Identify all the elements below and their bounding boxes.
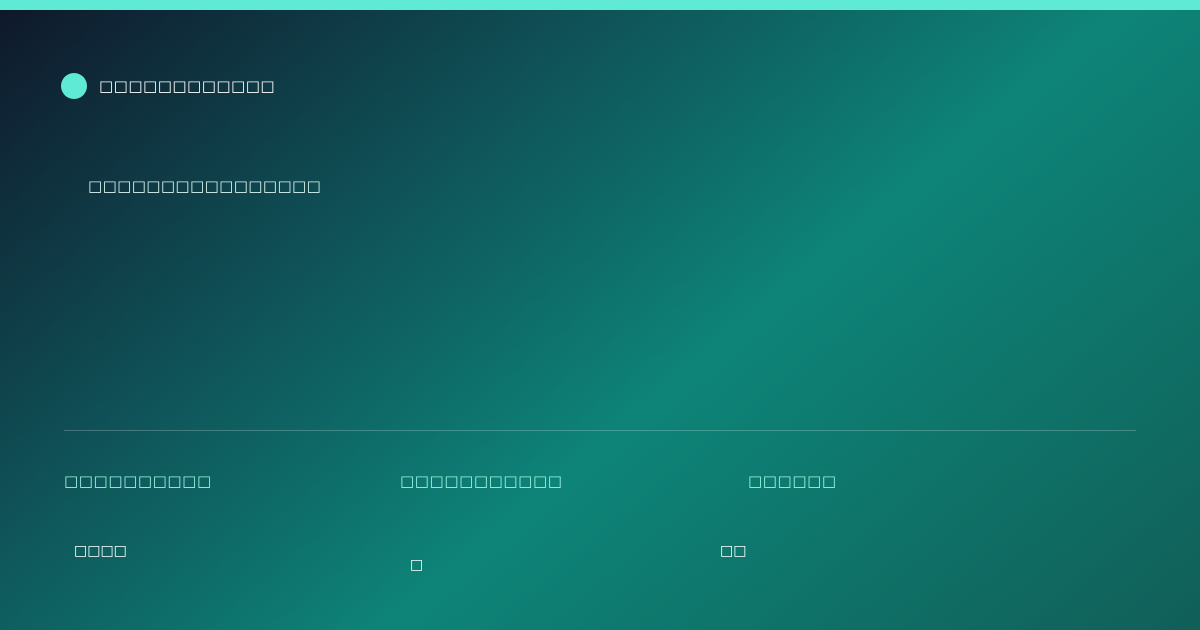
divider — [64, 430, 1136, 431]
top-accent-bar — [0, 0, 1200, 10]
stat-label-3: □□□□□□ — [748, 472, 837, 490]
stat-value-1: □□□□ — [74, 543, 127, 559]
stat-value-2: □ — [410, 557, 424, 573]
brand-logo-dot — [61, 73, 87, 99]
brand: □□□□□□□□□□□□ — [61, 73, 275, 99]
stat-label-2: □□□□□□□□□□□ — [400, 472, 563, 490]
brand-name: □□□□□□□□□□□□ — [99, 77, 276, 95]
stat-label-1: □□□□□□□□□□ — [64, 472, 212, 490]
headline: □□□□□□□□□□□□□□□□ — [88, 177, 322, 195]
stat-value-3: □□ — [720, 543, 747, 559]
